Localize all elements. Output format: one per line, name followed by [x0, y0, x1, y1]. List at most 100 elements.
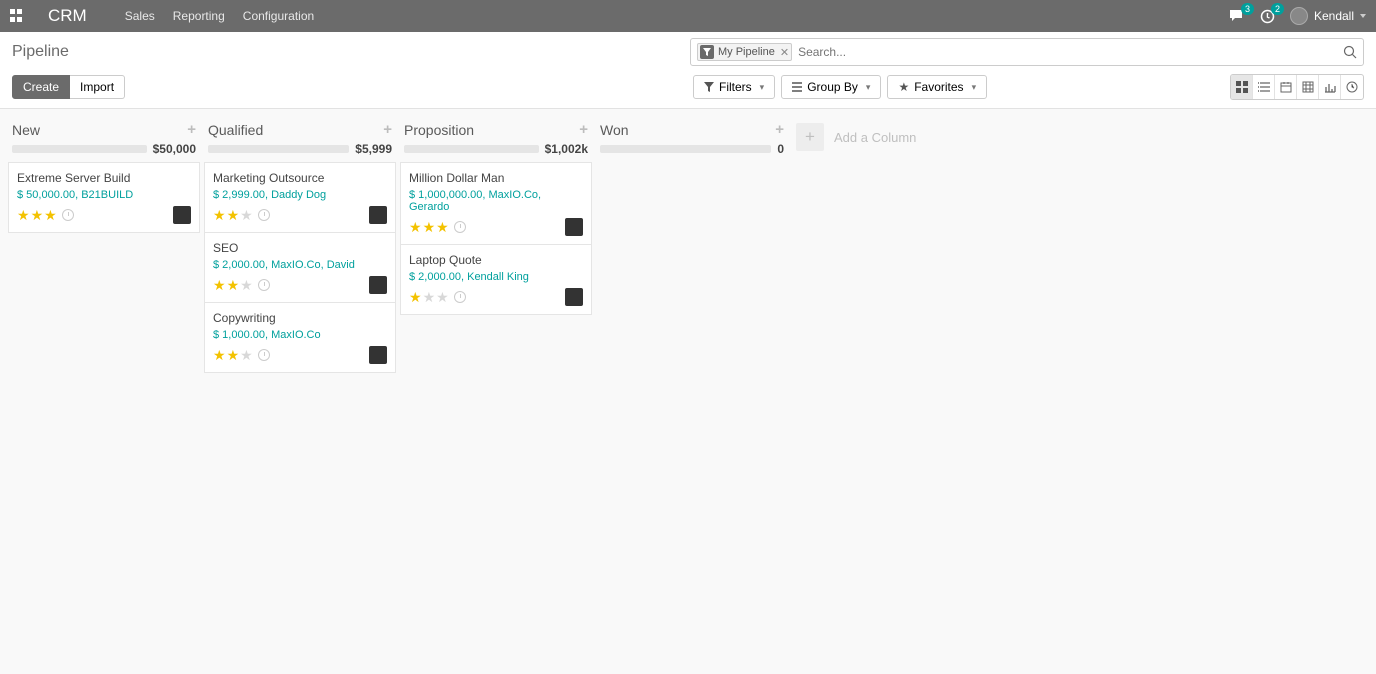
kanban-view-button[interactable] [1231, 75, 1253, 99]
user-menu[interactable]: Kendall [1290, 7, 1366, 25]
star-icon: ★ [898, 80, 909, 94]
add-column-button[interactable]: + [796, 123, 824, 151]
assignee-avatar[interactable] [565, 218, 583, 236]
chevron-down-icon: ▾ [866, 82, 871, 93]
priority-stars: ★★★ [17, 207, 57, 224]
star-icon[interactable]: ★ [240, 347, 253, 364]
column-progress-bar[interactable] [600, 145, 771, 153]
card-subtitle: $ 1,000,000.00, MaxIO.Co, Gerardo [409, 189, 583, 213]
star-icon[interactable]: ★ [31, 207, 44, 224]
column-add-icon[interactable]: + [579, 121, 588, 138]
column-title[interactable]: Won [600, 122, 629, 138]
priority-stars: ★★★ [213, 277, 253, 294]
activity-button[interactable]: 2 [1260, 9, 1275, 24]
view-switcher [1230, 74, 1364, 100]
kanban-card[interactable]: Extreme Server Build $ 50,000.00, B21BUI… [8, 162, 200, 233]
card-subtitle: $ 1,000.00, MaxIO.Co [213, 329, 387, 341]
nav-configuration[interactable]: Configuration [243, 9, 314, 23]
priority-stars: ★★★ [409, 219, 449, 236]
chevron-down-icon: ▾ [972, 82, 977, 93]
kanban-icon [1236, 81, 1248, 93]
list-view-button[interactable] [1253, 75, 1275, 99]
kanban-card[interactable]: Laptop Quote $ 2,000.00, Kendall King ★★… [400, 244, 592, 315]
search-input[interactable] [792, 42, 1343, 62]
avatar-icon [1290, 7, 1308, 25]
star-icon[interactable]: ★ [423, 289, 436, 306]
activity-icon[interactable] [258, 209, 270, 221]
star-icon[interactable]: ★ [436, 219, 449, 236]
messages-badge: 3 [1241, 3, 1254, 15]
activity-icon[interactable] [62, 209, 74, 221]
column-add-icon[interactable]: + [383, 121, 392, 138]
star-icon[interactable]: ★ [17, 207, 30, 224]
star-icon[interactable]: ★ [227, 277, 240, 294]
facet-remove[interactable]: ✕ [780, 46, 789, 59]
create-button[interactable]: Create [12, 75, 70, 99]
column-progress-bar[interactable] [208, 145, 349, 153]
priority-stars: ★★★ [213, 347, 253, 364]
pivot-icon [1302, 81, 1314, 93]
activity-icon[interactable] [258, 279, 270, 291]
search-box[interactable]: My Pipeline ✕ [690, 38, 1364, 66]
card-subtitle: $ 2,999.00, Daddy Dog [213, 189, 387, 201]
card-subtitle: $ 2,000.00, Kendall King [409, 271, 583, 283]
activity-icon[interactable] [454, 221, 466, 233]
add-column-label[interactable]: Add a Column [834, 130, 916, 145]
column-progress-bar[interactable] [12, 145, 147, 153]
nav-reporting[interactable]: Reporting [173, 9, 225, 23]
kanban-card[interactable]: Marketing Outsource $ 2,999.00, Daddy Do… [204, 162, 396, 232]
graph-view-button[interactable] [1319, 75, 1341, 99]
kanban-card[interactable]: Million Dollar Man $ 1,000,000.00, MaxIO… [400, 162, 592, 244]
kanban-card[interactable]: Copywriting $ 1,000.00, MaxIO.Co ★★★ [204, 302, 396, 373]
star-icon[interactable]: ★ [240, 207, 253, 224]
search-icon[interactable] [1343, 45, 1357, 59]
star-icon[interactable]: ★ [213, 347, 226, 364]
pivot-view-button[interactable] [1297, 75, 1319, 99]
groupby-button[interactable]: Group By ▾ [781, 75, 881, 99]
assignee-avatar[interactable] [565, 288, 583, 306]
star-icon[interactable]: ★ [213, 277, 226, 294]
user-name: Kendall [1314, 9, 1354, 23]
calendar-view-button[interactable] [1275, 75, 1297, 99]
app-brand[interactable]: CRM [48, 6, 87, 26]
filter-icon [700, 45, 714, 59]
graph-icon [1324, 81, 1336, 93]
star-icon[interactable]: ★ [423, 219, 436, 236]
card-title: SEO [213, 241, 387, 255]
star-icon[interactable]: ★ [227, 207, 240, 224]
kanban-card[interactable]: SEO $ 2,000.00, MaxIO.Co, David ★★★ [204, 232, 396, 302]
star-icon[interactable]: ★ [409, 289, 422, 306]
column-add-icon[interactable]: + [775, 121, 784, 138]
column-title[interactable]: New [12, 122, 40, 138]
column-total: 0 [777, 142, 784, 156]
activity-badge: 2 [1271, 3, 1284, 15]
assignee-avatar[interactable] [369, 346, 387, 364]
column-total: $1,002k [545, 142, 588, 156]
activity-icon[interactable] [454, 291, 466, 303]
assignee-avatar[interactable] [173, 206, 191, 224]
card-title: Laptop Quote [409, 253, 583, 267]
import-button[interactable]: Import [70, 75, 125, 99]
nav-sales[interactable]: Sales [125, 9, 155, 23]
star-icon[interactable]: ★ [227, 347, 240, 364]
star-icon[interactable]: ★ [436, 289, 449, 306]
star-icon[interactable]: ★ [240, 277, 253, 294]
filters-button[interactable]: Filters ▾ [693, 75, 775, 99]
column-title[interactable]: Proposition [404, 122, 474, 138]
assignee-avatar[interactable] [369, 276, 387, 294]
star-icon[interactable]: ★ [44, 207, 57, 224]
card-title: Million Dollar Man [409, 171, 583, 185]
assignee-avatar[interactable] [369, 206, 387, 224]
activity-view-button[interactable] [1341, 75, 1363, 99]
activity-icon[interactable] [258, 349, 270, 361]
column-progress-bar[interactable] [404, 145, 539, 153]
search-facet: My Pipeline ✕ [697, 43, 792, 61]
column-add-icon[interactable]: + [187, 121, 196, 138]
apps-icon[interactable] [10, 9, 24, 23]
star-icon[interactable]: ★ [409, 219, 422, 236]
messages-button[interactable]: 3 [1229, 9, 1245, 23]
column-title[interactable]: Qualified [208, 122, 263, 138]
breadcrumb: Pipeline [12, 43, 69, 61]
favorites-button[interactable]: ★ Favorites ▾ [887, 75, 987, 99]
star-icon[interactable]: ★ [213, 207, 226, 224]
